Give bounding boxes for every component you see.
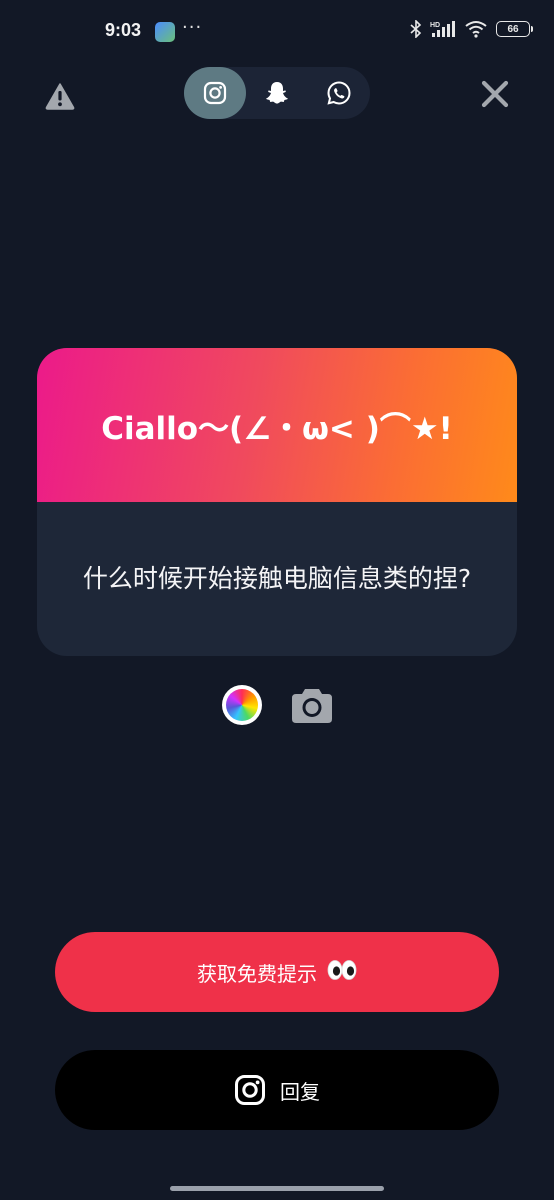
instagram-icon xyxy=(203,81,227,105)
free-hint-button[interactable]: 获取免费提示 xyxy=(55,932,499,1012)
reply-button[interactable]: 回复 xyxy=(55,1050,499,1130)
report-button[interactable] xyxy=(44,80,76,112)
more-notifications-icon: ··· xyxy=(182,17,203,38)
color-picker-button[interactable] xyxy=(222,685,262,725)
share-target-switch xyxy=(184,67,370,119)
eyes-emoji-icon xyxy=(327,959,357,985)
instagram-option[interactable] xyxy=(184,67,246,119)
snapchat-option[interactable] xyxy=(246,67,308,119)
bluetooth-icon xyxy=(410,20,422,38)
status-bar: 9:03 ··· HD 66 xyxy=(0,0,554,62)
reply-label: 回复 xyxy=(280,1079,320,1104)
close-button[interactable] xyxy=(478,77,512,111)
battery-indicator: 66 xyxy=(496,21,533,37)
app-notification-icon xyxy=(155,22,175,42)
status-time: 9:03 xyxy=(105,20,142,40)
question-card: Ciallo～(∠・ω< )⌒★! 什么时候开始接触电脑信息类的捏? xyxy=(37,348,517,656)
snapchat-icon xyxy=(266,82,288,104)
card-header: Ciallo～(∠・ω< )⌒★! xyxy=(37,348,517,502)
color-wheel-icon xyxy=(226,689,258,721)
signal-icon: HD xyxy=(430,20,456,38)
card-question: 什么时候开始接触电脑信息类的捏? xyxy=(82,564,472,593)
card-title: Ciallo～(∠・ω< )⌒★! xyxy=(101,410,453,447)
status-indicators: HD 66 xyxy=(410,20,533,38)
whatsapp-option[interactable] xyxy=(308,67,370,119)
whatsapp-icon xyxy=(327,81,351,105)
warning-icon xyxy=(45,83,75,110)
camera-button[interactable] xyxy=(290,684,334,726)
network-label: HD xyxy=(430,22,440,29)
home-indicator[interactable] xyxy=(170,1186,384,1191)
card-body: 什么时候开始接触电脑信息类的捏? xyxy=(37,502,517,656)
instagram-icon xyxy=(235,1075,265,1105)
hint-label: 获取免费提示 xyxy=(197,961,317,986)
camera-icon xyxy=(292,689,332,723)
close-icon xyxy=(481,80,509,108)
wifi-icon xyxy=(464,20,488,38)
